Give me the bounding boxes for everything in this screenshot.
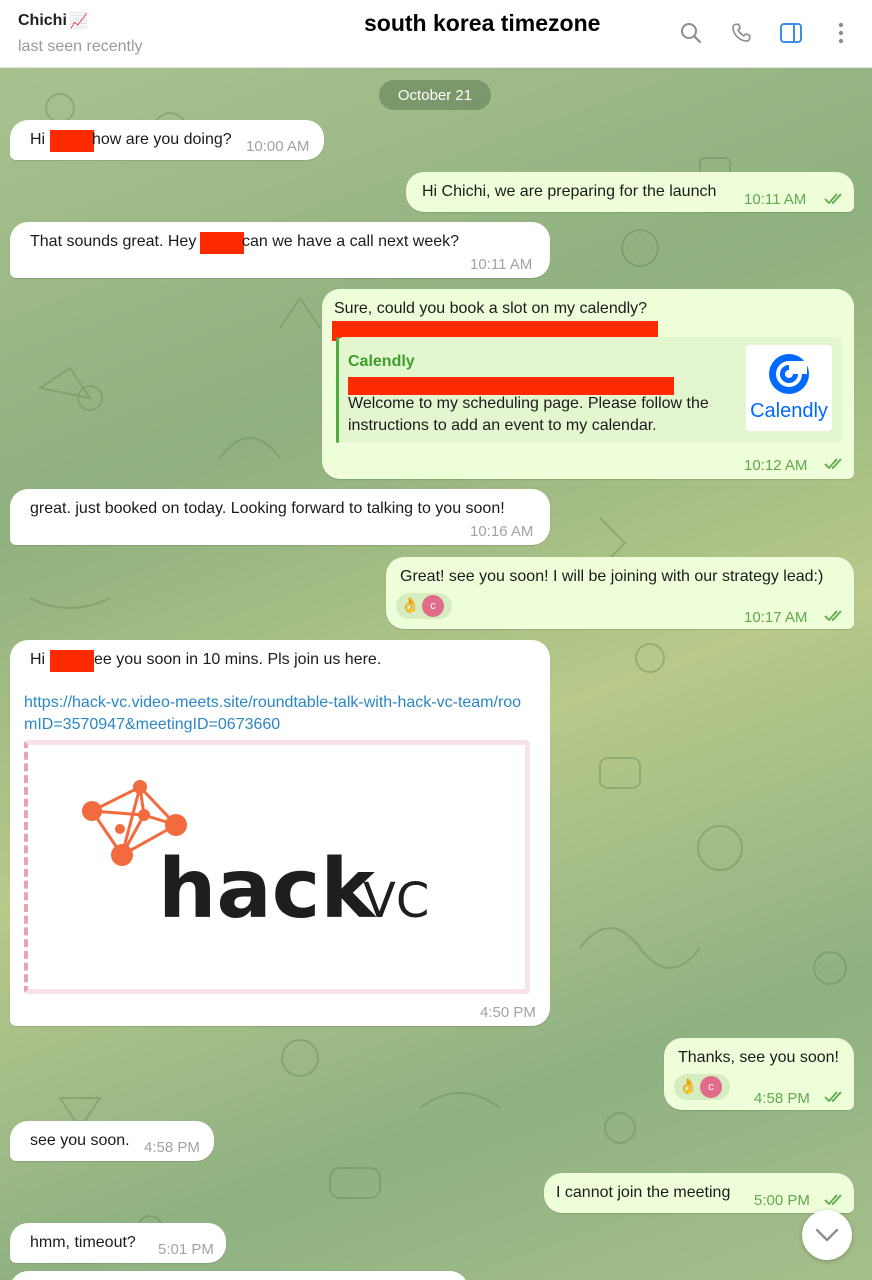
reaction-chip[interactable]: 👌 c: [674, 1074, 730, 1100]
contact-name-text[interactable]: Chichi: [18, 12, 67, 30]
preview-accent-bar: [336, 337, 339, 443]
message-time: 10:11 AM: [470, 256, 533, 273]
reactor-avatar: c: [422, 595, 444, 617]
message-text: Hi: [30, 651, 46, 668]
message-time: 10:00 AM: [246, 138, 310, 155]
message-outgoing[interactable]: Thanks, see you soon! 👌 c 4:58 PM: [664, 1038, 854, 1110]
message-text: Thanks, see you soon!: [678, 1049, 839, 1066]
redaction-block: [200, 232, 244, 254]
message-incoming[interactable]: see you soon. 4:58 PM: [10, 1121, 214, 1161]
link-preview[interactable]: Calendly Welcome to my scheduling page. …: [336, 337, 842, 443]
message-text: Hi: [30, 131, 46, 148]
contact-name[interactable]: Chichi 📈: [18, 12, 89, 30]
message-time: 4:50 PM: [480, 1004, 536, 1021]
message-text: I cannot join the meeting: [556, 1184, 731, 1201]
overlay-title: south korea timezone: [364, 10, 601, 36]
message-outgoing[interactable]: Hi Chichi, we are preparing for the laun…: [406, 172, 854, 212]
read-ticks-icon: [824, 610, 842, 622]
message-text: hmm, timeout?: [30, 1234, 136, 1251]
message-time: 10:16 AM: [470, 523, 534, 540]
message-incoming-partial[interactable]: [10, 1271, 468, 1280]
chat-area[interactable]: October 21 Hi how are you doing? 10:00 A…: [0, 68, 872, 1280]
read-ticks-icon: [824, 1091, 842, 1103]
redaction-block: [50, 650, 94, 672]
ok-hand-emoji-icon: 👌: [400, 597, 420, 614]
preview-site-name: Calendly: [348, 353, 415, 370]
more-icon[interactable]: [828, 20, 854, 46]
message-incoming[interactable]: That sounds great. Hey can we have a cal…: [10, 222, 550, 278]
message-incoming[interactable]: hmm, timeout? 5:01 PM: [10, 1223, 226, 1263]
message-text: great. just booked on today. Looking for…: [30, 500, 505, 517]
ok-hand-emoji-icon: 👌: [678, 1078, 698, 1095]
calendly-logo-text: Calendly: [750, 400, 828, 422]
search-icon[interactable]: [678, 20, 704, 46]
message-time: 10:11 AM: [744, 191, 807, 208]
reaction-chip[interactable]: 👌 c: [396, 593, 452, 619]
phone-icon[interactable]: [728, 20, 754, 46]
message-time: 5:00 PM: [754, 1192, 810, 1209]
message-text: Sure, could you book a slot on my calend…: [334, 300, 648, 317]
chart-emoji-icon: 📈: [69, 13, 89, 30]
vc-logo-text: VC: [363, 873, 429, 929]
preview-description: Welcome to my scheduling page. Please fo…: [348, 395, 709, 434]
message-text: Great! see you soon! I will be joining w…: [400, 568, 824, 585]
message-outgoing[interactable]: I cannot join the meeting 5:00 PM: [544, 1173, 854, 1213]
sidebar-toggle-icon[interactable]: [778, 20, 804, 46]
message-incoming[interactable]: great. just booked on today. Looking for…: [10, 489, 550, 545]
message-time: 10:12 AM: [744, 457, 808, 474]
chat-header: Chichi 📈 last seen recently south korea …: [0, 0, 872, 68]
hackvc-image[interactable]: hack VC: [24, 740, 530, 994]
hack-logo-text: hack: [158, 842, 377, 937]
redaction-block: [50, 130, 94, 152]
read-ticks-icon: [824, 193, 842, 205]
message-time: 5:01 PM: [158, 1241, 214, 1258]
message-time: 4:58 PM: [144, 1139, 200, 1156]
reactor-avatar: c: [700, 1076, 722, 1098]
message-text: can we have a call next week?: [242, 233, 460, 250]
message-text: how are you doing?: [92, 131, 232, 148]
read-ticks-icon: [824, 1194, 842, 1206]
read-ticks-icon: [824, 458, 842, 470]
message-incoming[interactable]: Hi ee you soon in 10 mins. Pls join us h…: [10, 640, 550, 1026]
message-incoming[interactable]: Hi how are you doing? 10:00 AM: [10, 120, 324, 160]
contact-status: last seen recently: [18, 38, 143, 55]
message-text: see you soon.: [30, 1132, 130, 1149]
message-time: 4:58 PM: [754, 1090, 810, 1107]
meeting-link[interactable]: https://hack-vc.video-meets.site/roundta…: [24, 692, 524, 736]
message-text: That sounds great. Hey: [30, 233, 197, 250]
message-outgoing[interactable]: Great! see you soon! I will be joining w…: [386, 557, 854, 629]
chevron-down-icon: [815, 1228, 839, 1242]
message-outgoing[interactable]: Sure, could you book a slot on my calend…: [322, 289, 854, 479]
message-text: Hi Chichi, we are preparing for the laun…: [422, 183, 717, 200]
message-time: 10:17 AM: [744, 609, 808, 626]
scroll-to-bottom-button[interactable]: [802, 1210, 852, 1260]
message-text: ee you soon in 10 mins. Pls join us here…: [94, 651, 382, 668]
date-pill: October 21: [379, 80, 491, 110]
calendly-logo: Calendly: [746, 345, 832, 431]
